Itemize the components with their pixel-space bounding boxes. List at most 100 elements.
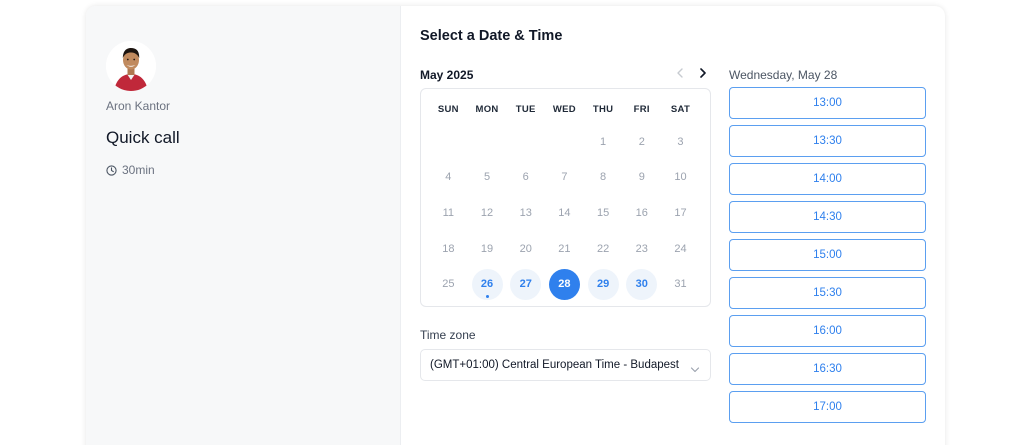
scheduler-title: Select a Date & Time: [420, 28, 563, 44]
time-slot-button[interactable]: 15:00: [729, 239, 926, 271]
calendar-day: 16: [622, 195, 661, 231]
calendar-day-number: 13: [519, 206, 532, 219]
calendar-day-number: 27: [510, 268, 542, 300]
calendar: SUN MON TUE WED THU FRI SAT 1 2 3 4 5 6 7 8 9 10 11 12 13 1…: [420, 88, 711, 307]
calendar-day: 13: [506, 195, 545, 231]
duration-label: 30min: [122, 163, 155, 177]
calendar-day: 23: [622, 231, 661, 267]
calendar-day-number: 4: [445, 171, 452, 184]
time-slot-button[interactable]: 13:30: [729, 125, 926, 157]
calendar-day-number: 20: [519, 242, 532, 255]
calendar-day-number: 5: [483, 171, 491, 184]
calendar-day-number: 17: [674, 206, 687, 219]
calendar-day-number: 10: [674, 171, 687, 184]
weekday-label: THU: [592, 104, 614, 115]
calendar-day-number: 9: [638, 171, 645, 184]
calendar-day-number: 29: [587, 268, 619, 300]
calendar-day-number: [433, 126, 464, 157]
calendar-day: 1: [584, 124, 623, 160]
weekday-label: SAT: [670, 104, 691, 115]
calendar-day-number: 6: [522, 171, 529, 184]
calendar-day-number: 23: [635, 242, 648, 255]
host-avatar: [106, 41, 156, 91]
event-details-panel: Aron Kantor Quick call 30min: [86, 6, 401, 445]
calendar-day-number: 11: [442, 206, 455, 219]
calendar-week-row: 11 12 13 14 15 16 17: [429, 195, 700, 231]
calendar-day-available[interactable]: 29: [584, 266, 623, 302]
selected-date-heading: Wednesday, May 28: [729, 68, 838, 82]
calendar-day-number: [510, 126, 541, 157]
calendar-day-available[interactable]: 27: [506, 266, 545, 302]
clock-icon: [106, 164, 117, 176]
time-slot-button[interactable]: 15:30: [729, 277, 926, 309]
calendar-day-number: 12: [480, 206, 494, 219]
calendar-day-available[interactable]: 26: [468, 266, 507, 302]
calendar-grid: 1 2 3 4 5 6 7 8 9 10 11 12 13 14 15 16 17 18 19 20 21 22 23 24 2…: [429, 124, 700, 302]
calendar-empty-cell: [429, 124, 468, 160]
weekday-label: TUE: [515, 104, 536, 115]
calendar-day-number: 3: [677, 135, 684, 148]
calendar-day: 19: [468, 231, 507, 267]
previous-month-button[interactable]: [671, 65, 689, 83]
timezone-select[interactable]: (GMT+01:00) Central European Time - Buda…: [420, 349, 711, 381]
calendar-day: 11: [429, 195, 468, 231]
calendar-day-number: [549, 126, 580, 157]
calendar-day-number: 21: [558, 242, 571, 255]
time-slot-button[interactable]: 13:00: [729, 87, 926, 119]
calendar-day-number: 25: [442, 278, 455, 291]
weekday-label: WED: [552, 104, 576, 115]
time-slot-list: 13:00 13:30 14:00 14:30 15:00 15:30 16:00 16:30…: [729, 87, 926, 429]
time-slot-button[interactable]: 14:30: [729, 201, 926, 233]
calendar-day-number: 16: [635, 206, 648, 219]
calendar-day-selected[interactable]: 28: [545, 266, 584, 302]
calendar-day: 20: [506, 231, 545, 267]
time-slot-button[interactable]: 16:30: [729, 353, 926, 385]
calendar-day-number: 8: [600, 171, 607, 184]
calendar-day: 4: [429, 160, 468, 196]
scheduler-panel: Select a Date & Time May 2025 SUN MON TUE W…: [401, 6, 945, 445]
calendar-day-available[interactable]: 30: [622, 266, 661, 302]
timezone-label: Time zone: [420, 328, 476, 342]
calendar-day-number: [472, 126, 503, 157]
calendar-day: 10: [661, 160, 700, 196]
calendar-day-number: 28: [548, 268, 580, 300]
calendar-day: 14: [545, 195, 584, 231]
month-label: May 2025: [420, 68, 474, 82]
calendar-day: 17: [661, 195, 700, 231]
weekday-header: SUN MON TUE WED THU FRI SAT: [429, 104, 700, 115]
calendar-empty-cell: [468, 124, 507, 160]
calendar-day: 22: [584, 231, 623, 267]
time-slot-button[interactable]: 17:00: [729, 391, 926, 423]
timezone-value: (GMT+01:00) Central European Time - Buda…: [430, 359, 679, 371]
calendar-day-number: 2: [638, 135, 645, 148]
time-slot-button[interactable]: 14:00: [729, 163, 926, 195]
next-month-button[interactable]: [694, 65, 712, 83]
time-slot-button[interactable]: 16:00: [729, 315, 926, 347]
calendar-day: 3: [661, 124, 700, 160]
calendar-week-row: 4 5 6 7 8 9 10: [429, 160, 700, 196]
calendar-week-row: 18 19 20 21 22 23 24: [429, 231, 700, 267]
chevron-down-icon: [690, 361, 700, 379]
chevron-left-icon: [676, 65, 684, 83]
event-title: Quick call: [106, 128, 180, 147]
calendar-day: 25: [429, 266, 468, 302]
calendar-day-number: 15: [596, 206, 610, 219]
weekday-label: MON: [475, 104, 499, 115]
calendar-day-number: 1: [600, 135, 607, 148]
calendar-day: 6: [506, 160, 545, 196]
booking-card: Aron Kantor Quick call 30min Select a Da…: [86, 6, 945, 445]
calendar-empty-cell: [506, 124, 545, 160]
calendar-day: 7: [545, 160, 584, 196]
chevron-right-icon: [699, 65, 707, 83]
calendar-day: 15: [584, 195, 623, 231]
calendar-day-number: 24: [674, 242, 687, 255]
calendar-day: 2: [622, 124, 661, 160]
calendar-day-number: 7: [561, 171, 568, 184]
calendar-day-number: 22: [596, 242, 610, 255]
calendar-day-number: 19: [480, 242, 494, 255]
calendar-day-number: 30: [626, 268, 658, 300]
event-duration: 30min: [106, 163, 155, 177]
calendar-week-row: 1 2 3: [429, 124, 700, 160]
calendar-day: 18: [429, 231, 468, 267]
calendar-day-number: 14: [558, 206, 571, 219]
